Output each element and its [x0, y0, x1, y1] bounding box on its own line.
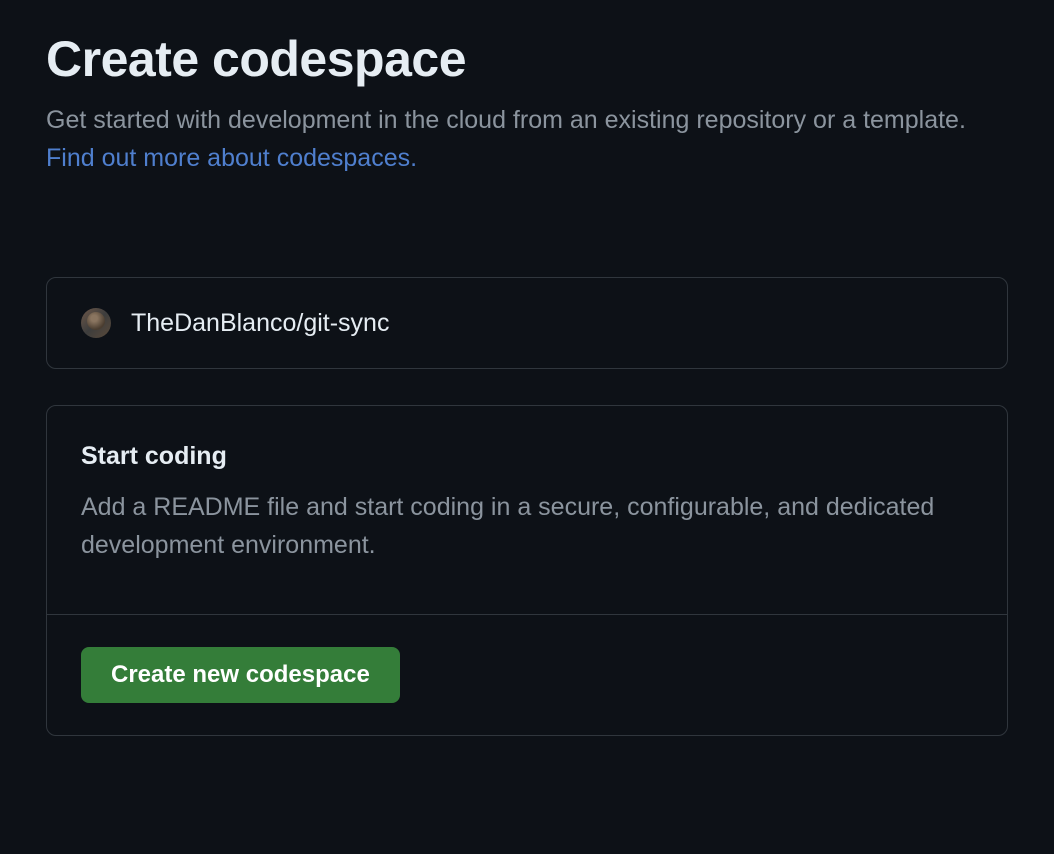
coding-footer: Create new codespace	[47, 614, 1007, 735]
avatar-icon	[81, 308, 111, 338]
start-coding-panel: Start coding Add a README file and start…	[46, 405, 1008, 736]
repository-selector[interactable]: TheDanBlanco/git-sync	[46, 277, 1008, 369]
coding-title: Start coding	[81, 442, 973, 471]
coding-content: Start coding Add a README file and start…	[47, 406, 1007, 614]
coding-description: Add a README file and start coding in a …	[81, 489, 973, 564]
learn-more-link[interactable]: Find out more about codespaces.	[46, 144, 417, 172]
page-title: Create codespace	[46, 30, 1008, 88]
subtitle-text: Get started with development in the clou…	[46, 106, 966, 134]
create-codespace-button[interactable]: Create new codespace	[81, 647, 400, 703]
repository-name: TheDanBlanco/git-sync	[131, 309, 389, 338]
page-subtitle: Get started with development in the clou…	[46, 102, 1008, 177]
